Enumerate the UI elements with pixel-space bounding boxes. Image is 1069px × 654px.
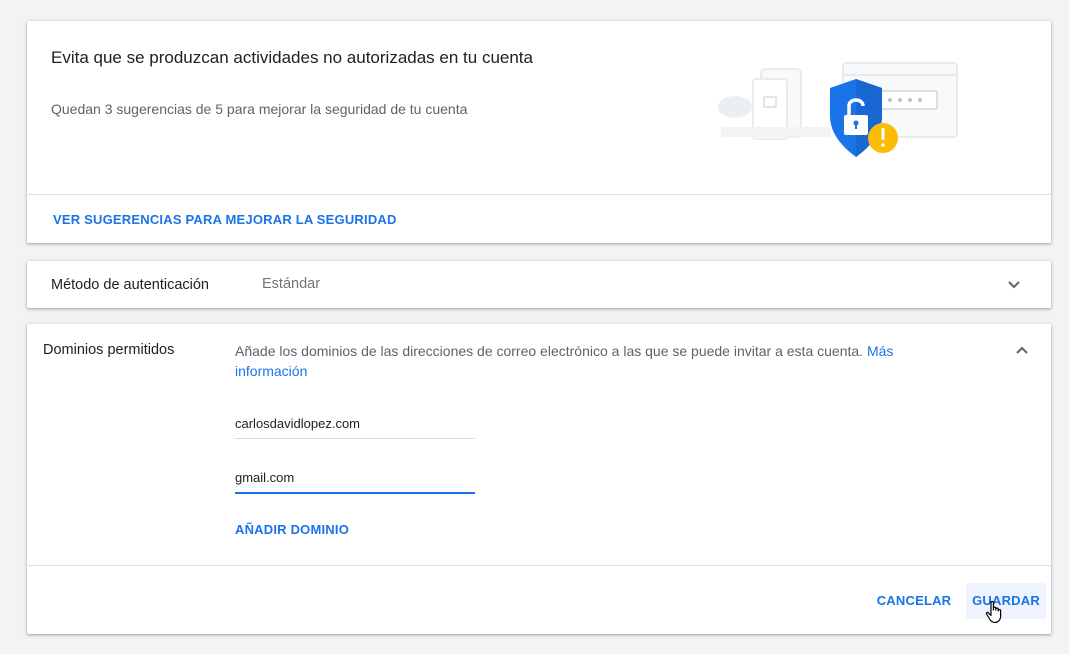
cancel-button[interactable]: CANCELAR — [870, 583, 958, 619]
allowed-domains-description: Añade los dominios de las direcciones de… — [235, 341, 915, 381]
shield-lock-icon — [718, 62, 958, 157]
add-domain-button[interactable]: AÑADIR DOMINIO — [235, 522, 349, 537]
security-subtitle: Quedan 3 sugerencias de 5 para mejorar l… — [51, 101, 468, 117]
view-suggestions-link[interactable]: VER SUGERENCIAS PARA MEJORAR LA SEGURIDA… — [53, 212, 397, 227]
description-text: Añade los dominios de las direcciones de… — [235, 343, 864, 359]
divider — [27, 194, 1051, 195]
chevron-down-icon[interactable] — [1006, 276, 1022, 292]
domain-field-2[interactable] — [235, 462, 475, 494]
security-card: Evita que se produzcan actividades no au… — [27, 21, 1051, 243]
auth-method-row[interactable]: Método de autenticación Estándar — [27, 261, 1051, 308]
chevron-up-icon[interactable] — [1014, 343, 1030, 359]
allowed-domains-card: Dominios permitidos Añade los dominios d… — [27, 324, 1051, 634]
auth-method-label: Método de autenticación — [51, 277, 209, 293]
save-button[interactable]: GUARDAR — [966, 583, 1046, 619]
allowed-domains-label: Dominios permitidos — [43, 342, 175, 358]
divider — [27, 565, 1051, 566]
auth-method-value: Estándar — [262, 276, 321, 292]
domain-field-1[interactable] — [235, 408, 475, 439]
security-title: Evita que se produzcan actividades no au… — [51, 48, 533, 67]
